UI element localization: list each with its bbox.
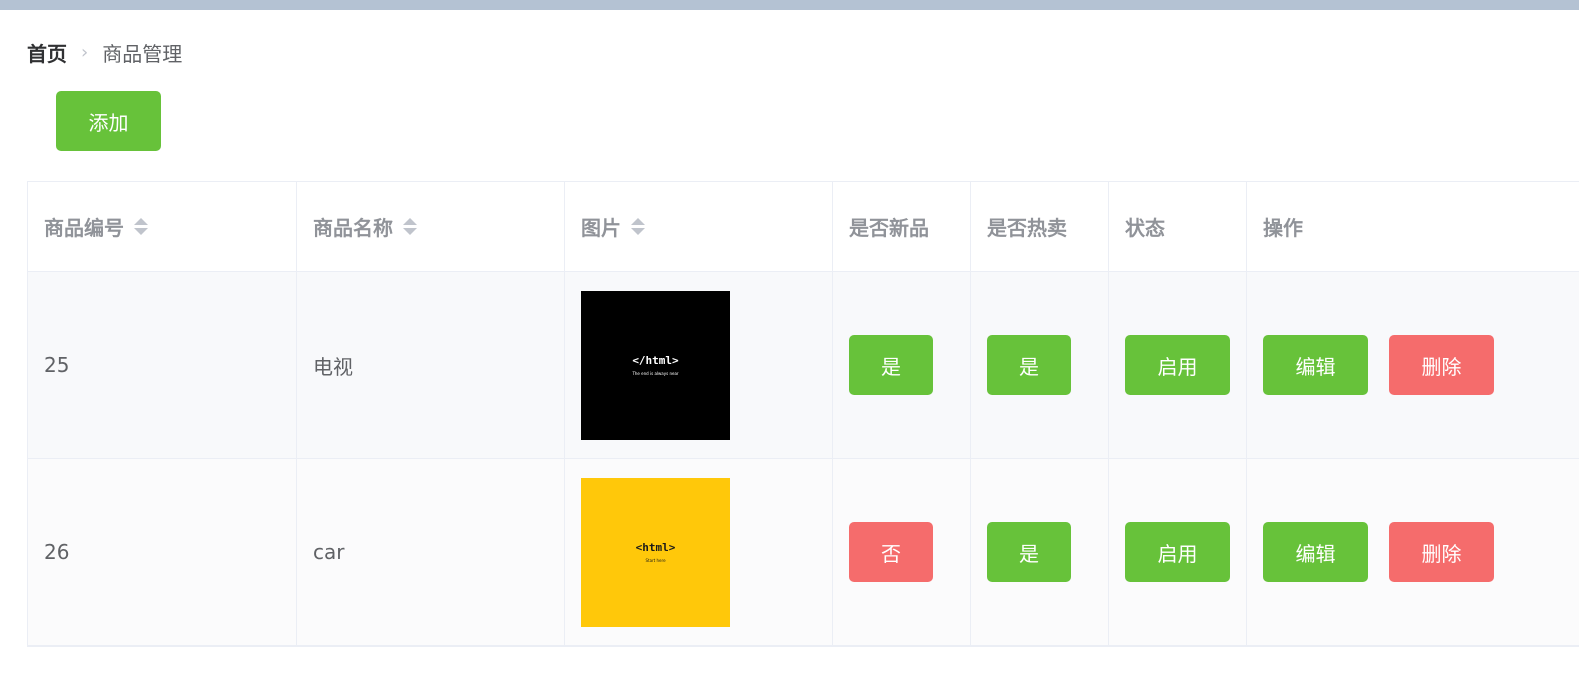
edit-button[interactable]: 编辑	[1263, 335, 1368, 395]
header-label: 商品编号	[44, 216, 124, 240]
sort-icon[interactable]	[134, 218, 148, 235]
cell-image: <html> Start here	[565, 459, 833, 645]
status-toggle-button[interactable]: 启用	[1125, 522, 1230, 582]
cell-is-hot: 是	[971, 272, 1109, 458]
cell-actions: 编辑 删除	[1247, 459, 1579, 645]
is-new-toggle-button[interactable]: 是	[849, 335, 933, 395]
breadcrumb-home[interactable]: 首页	[27, 38, 67, 67]
table-row: 25 电视 </html> The end is always near 是 是…	[28, 271, 1579, 458]
image-subtext: Start here	[645, 558, 666, 563]
cell-image: </html> The end is always near	[565, 272, 833, 458]
header-actions: 操作	[1263, 216, 1303, 240]
product-table: 商品编号 商品名称 图片 是否新品 是否热卖 状态 操作 25 电视 </htm…	[27, 181, 1579, 647]
header-is-hot: 是否热卖	[971, 182, 1109, 271]
header-product-id[interactable]: 商品编号	[28, 182, 297, 271]
product-image: </html> The end is always near	[581, 290, 730, 440]
breadcrumb-current: 商品管理	[102, 41, 183, 66]
add-button[interactable]: 添加	[56, 91, 161, 151]
header-label: 商品名称	[313, 216, 393, 240]
cell-product-id: 26	[28, 459, 297, 645]
sort-icon[interactable]	[631, 218, 645, 235]
chevron-right-icon: ›	[81, 41, 89, 63]
header-status: 状态	[1109, 182, 1247, 271]
is-new-toggle-button[interactable]: 否	[849, 522, 933, 582]
breadcrumb: 首页 › 商品管理	[27, 38, 182, 66]
delete-button[interactable]: 删除	[1389, 335, 1494, 395]
cell-status: 启用	[1109, 272, 1247, 458]
image-text: </html>	[632, 354, 679, 367]
cell-status: 启用	[1109, 459, 1247, 645]
cell-product-id: 25	[28, 272, 297, 458]
cell-is-hot: 是	[971, 459, 1109, 645]
is-hot-toggle-button[interactable]: 是	[987, 522, 1071, 582]
cell-is-new: 是	[833, 272, 971, 458]
header-label: 图片	[581, 216, 621, 240]
cell-actions: 编辑 删除	[1247, 272, 1579, 458]
table-header: 商品编号 商品名称 图片 是否新品 是否热卖 状态 操作	[28, 182, 1579, 271]
table-row: 26 car <html> Start here 否 是 启用 编辑 删除	[28, 458, 1579, 645]
cell-is-new: 否	[833, 459, 971, 645]
sort-icon[interactable]	[403, 218, 417, 235]
edit-button[interactable]: 编辑	[1263, 522, 1368, 582]
product-image: <html> Start here	[581, 477, 730, 627]
image-subtext: The end is always near	[632, 371, 679, 376]
status-toggle-button[interactable]: 启用	[1125, 335, 1230, 395]
image-text: <html>	[635, 541, 676, 554]
is-hot-toggle-button[interactable]: 是	[987, 335, 1071, 395]
header-is-new: 是否新品	[833, 182, 971, 271]
cell-product-name: 电视	[297, 272, 565, 458]
top-bar	[0, 0, 1579, 10]
delete-button[interactable]: 删除	[1389, 522, 1494, 582]
cell-product-name: car	[297, 459, 565, 645]
header-product-name[interactable]: 商品名称	[297, 182, 565, 271]
header-image[interactable]: 图片	[565, 182, 833, 271]
